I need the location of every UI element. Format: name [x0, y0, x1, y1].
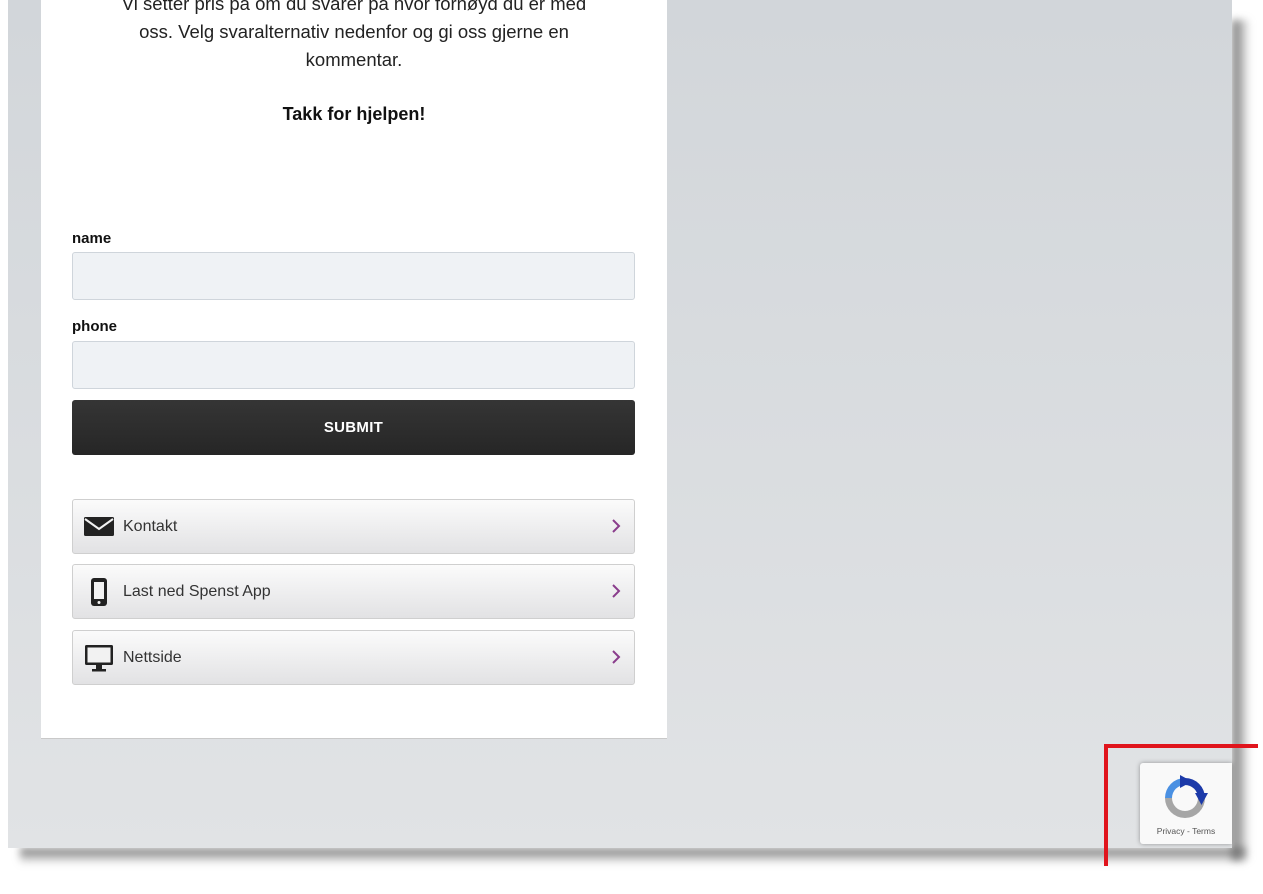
chevron-right-icon: [612, 519, 621, 533]
link-label: Kontakt: [123, 518, 178, 535]
page-viewport: Vi setter pris på om du svarer på hvor f…: [8, 0, 1232, 848]
link-row-app[interactable]: Last ned Spenst App: [72, 564, 635, 619]
link-separator: -: [1184, 826, 1193, 836]
red-annotation-line-vertical: [1104, 744, 1108, 866]
phone-input[interactable]: [72, 341, 635, 389]
chevron-right-icon: [612, 584, 621, 598]
link-label: Last ned Spenst App: [123, 583, 271, 600]
link-row-nettside[interactable]: Nettside: [72, 630, 635, 685]
survey-card: Vi setter pris på om du svarer på hvor f…: [41, 0, 667, 739]
name-label: name: [72, 230, 112, 247]
link-label: Nettside: [123, 649, 182, 666]
intro-text-line: kommentar.: [305, 49, 403, 70]
terms-link[interactable]: Terms: [1192, 826, 1215, 836]
mobile-phone-icon: [91, 578, 107, 606]
recaptcha-icon: [1165, 775, 1208, 818]
intro-text-line: Vi setter pris på om du svarer på hvor f…: [121, 0, 587, 14]
screenshot-stage: Vi setter pris på om du svarer på hvor f…: [0, 0, 1263, 894]
recaptcha-links: Privacy - Terms: [1140, 826, 1232, 836]
thanks-heading: Takk for hjelpen!: [282, 104, 426, 124]
phone-label: phone: [72, 318, 117, 335]
monitor-icon: [85, 645, 113, 672]
submit-button[interactable]: SUBMIT: [72, 400, 635, 455]
envelope-icon: [84, 517, 114, 536]
privacy-link[interactable]: Privacy: [1157, 826, 1185, 836]
intro-text-line: oss. Velg svaralternativ nedenfor og gi …: [139, 21, 569, 42]
frame-shadow-right: [1232, 20, 1250, 860]
chevron-right-icon: [612, 650, 621, 664]
link-row-kontakt[interactable]: Kontakt: [72, 499, 635, 554]
recaptcha-badge[interactable]: Privacy - Terms: [1140, 763, 1232, 844]
red-annotation-line-horizontal: [1104, 744, 1258, 748]
name-input[interactable]: [72, 252, 635, 300]
frame-shadow-bottom: [20, 848, 1245, 864]
